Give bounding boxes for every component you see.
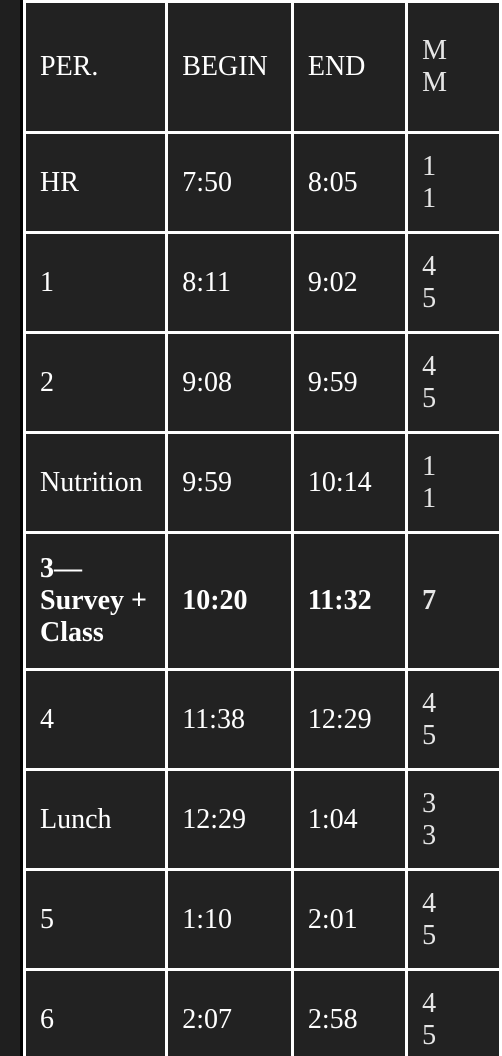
cell-end: 12:29 <box>293 671 406 768</box>
cell-minutes: 7 <box>408 534 499 668</box>
header-minutes: M M <box>408 3 499 131</box>
cell-period: 6 <box>26 971 166 1056</box>
cell-period: 2 <box>26 334 166 431</box>
table-row: 6 2:07 2:58 4 5 <box>26 971 499 1056</box>
cell-begin: 12:29 <box>168 771 291 868</box>
cell-period: 1 <box>26 234 166 331</box>
cell-end: 1:04 <box>293 771 406 868</box>
table-row: Nutrition 9:59 10:14 1 1 <box>26 434 499 531</box>
cell-end: 2:01 <box>293 871 406 968</box>
cell-end: 10:14 <box>293 434 406 531</box>
cell-end: 9:02 <box>293 234 406 331</box>
header-period: PER. <box>26 3 166 131</box>
cell-begin: 10:20 <box>168 534 291 668</box>
cell-period: Lunch <box>26 771 166 868</box>
cell-period: Nutrition <box>26 434 166 531</box>
cell-begin: 9:08 <box>168 334 291 431</box>
cell-minutes: 1 1 <box>408 134 499 231</box>
header-begin: BEGIN <box>168 3 291 131</box>
cell-period: HR <box>26 134 166 231</box>
cell-minutes: 4 5 <box>408 334 499 431</box>
cell-begin: 7:50 <box>168 134 291 231</box>
table-row: 1 8:11 9:02 4 5 <box>26 234 499 331</box>
table-row: 2 9:08 9:59 4 5 <box>26 334 499 431</box>
header-end: END <box>293 3 406 131</box>
cell-begin: 9:59 <box>168 434 291 531</box>
cell-end: 11:32 <box>293 534 406 668</box>
cell-begin: 8:11 <box>168 234 291 331</box>
cell-end: 9:59 <box>293 334 406 431</box>
cell-begin: 11:38 <box>168 671 291 768</box>
cell-begin: 2:07 <box>168 971 291 1056</box>
table-row: 5 1:10 2:01 4 5 <box>26 871 499 968</box>
table-row: Lunch 12:29 1:04 3 3 <box>26 771 499 868</box>
schedule-view[interactable]: PER. BEGIN END M M HR 7:50 8:05 1 1 1 8:… <box>0 0 502 1056</box>
cell-minutes: 1 1 <box>408 434 499 531</box>
cell-minutes: 3 3 <box>408 771 499 868</box>
cell-minutes: 4 5 <box>408 671 499 768</box>
cell-period: 5 <box>26 871 166 968</box>
cell-end: 2:58 <box>293 971 406 1056</box>
cell-minutes: 4 5 <box>408 871 499 968</box>
cell-end: 8:05 <box>293 134 406 231</box>
table-row-highlighted: 3—Survey + Class 10:20 11:32 7 <box>26 534 499 668</box>
table-row: HR 7:50 8:05 1 1 <box>26 134 499 231</box>
cell-period: 4 <box>26 671 166 768</box>
table-row: 4 11:38 12:29 4 5 <box>26 671 499 768</box>
cell-minutes: 4 5 <box>408 971 499 1056</box>
cell-begin: 1:10 <box>168 871 291 968</box>
bell-schedule-table: PER. BEGIN END M M HR 7:50 8:05 1 1 1 8:… <box>23 0 502 1056</box>
cell-period: 3—Survey + Class <box>26 534 166 668</box>
table-header-row: PER. BEGIN END M M <box>26 3 499 131</box>
cell-minutes: 4 5 <box>408 234 499 331</box>
